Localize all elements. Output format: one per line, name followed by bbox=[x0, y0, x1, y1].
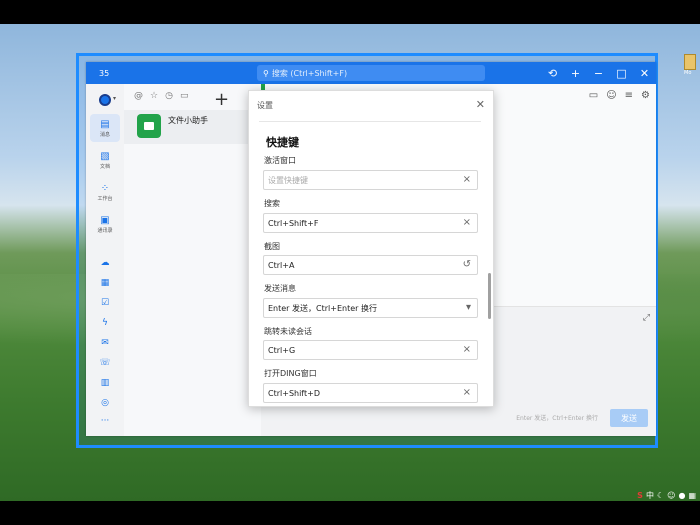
conversation-toolbar: @ ☆ ◷ ▭ bbox=[134, 91, 188, 101]
field-value: Ctrl+Shift+D bbox=[268, 388, 320, 398]
rail-item-workbench[interactable]: ⁘ 工作台 bbox=[90, 178, 120, 206]
moon-icon[interactable]: ☾ bbox=[657, 491, 664, 500]
field-label-screenshot: 截图 bbox=[264, 242, 280, 251]
add-member-icon[interactable]: ☺ bbox=[606, 90, 616, 101]
search-input[interactable]: ⚲ 搜索 (Ctrl+Shift+F) bbox=[257, 65, 485, 81]
rail-item-messages[interactable]: ▤ 消息 bbox=[90, 114, 120, 142]
calendar-icon[interactable]: ▦ bbox=[99, 278, 111, 288]
field-label-activate: 激活窗口 bbox=[264, 156, 296, 165]
phone-icon[interactable]: ☏ bbox=[99, 358, 111, 368]
close-icon[interactable]: ✕ bbox=[476, 98, 485, 111]
mention-icon[interactable]: @ bbox=[134, 91, 143, 101]
gear-icon[interactable]: ⚙ bbox=[641, 90, 650, 101]
chevron-down-icon[interactable]: ▾ bbox=[113, 95, 116, 102]
app-titlebar: 35 ⚲ 搜索 (Ctrl+Shift+F) ⟲ + − □ ✕ bbox=[86, 62, 656, 84]
lightning-icon[interactable]: ϟ bbox=[99, 318, 111, 328]
field-label-unread: 跳转未读会话 bbox=[264, 327, 312, 336]
rail-item-label: 工作台 bbox=[97, 195, 113, 202]
ding-shortcut-field[interactable]: Ctrl+Shift+D × bbox=[263, 383, 478, 403]
field-label-ding: 打开DING窗口 bbox=[264, 369, 317, 378]
emoji-icon[interactable]: ☺ bbox=[667, 491, 675, 500]
ime-logo-icon[interactable]: S bbox=[637, 491, 643, 500]
archive-icon[interactable]: ▭ bbox=[180, 91, 189, 101]
chat-header-icons: ▭ ☺ ≡ ⚙ bbox=[589, 90, 650, 101]
message-icon: ▤ bbox=[100, 118, 110, 130]
more-icon[interactable]: ··· bbox=[99, 416, 111, 426]
unread-shortcut-field[interactable]: Ctrl+G × bbox=[263, 340, 478, 360]
clear-icon[interactable]: × bbox=[463, 344, 471, 355]
maximize-button[interactable]: □ bbox=[610, 67, 633, 80]
conversation-name: 文件小助手 bbox=[168, 116, 208, 125]
dialog-scrollbar[interactable] bbox=[488, 273, 491, 319]
clear-icon[interactable]: × bbox=[463, 387, 471, 398]
chart-icon[interactable]: ▥ bbox=[99, 378, 111, 388]
rail-item-label: 消息 bbox=[99, 131, 110, 138]
search-placeholder: 搜索 (Ctrl+Shift+F) bbox=[271, 68, 348, 78]
section-title: 快捷键 bbox=[266, 136, 299, 149]
rail-item-label: 通讯录 bbox=[97, 227, 113, 234]
field-value: Ctrl+A bbox=[268, 260, 295, 270]
file-icon bbox=[684, 54, 696, 70]
workbench-icon: ⁘ bbox=[100, 182, 110, 194]
screen-bottom-bar bbox=[0, 501, 700, 525]
screenshot-shortcut-field[interactable]: Ctrl+A ↺ bbox=[263, 255, 478, 275]
field-value: Ctrl+G bbox=[268, 345, 296, 355]
field-label-search: 搜索 bbox=[264, 199, 280, 208]
field-placeholder: 设置快捷键 bbox=[268, 175, 308, 185]
contacts-icon: ▣ bbox=[100, 214, 110, 226]
account-id: 35 bbox=[99, 68, 110, 78]
left-nav-rail: ▾ ▤ 消息 ▧ 文档 ⁘ 工作台 ▣ 通讯录 ☁ ▦ ☑ ϟ ✉ ☏ ▥ ◎ … bbox=[86, 84, 124, 436]
expand-icon[interactable]: ⤢ bbox=[643, 313, 650, 323]
new-chat-icon[interactable]: + bbox=[214, 91, 229, 109]
list-item[interactable]: 文件小助手 bbox=[124, 110, 261, 144]
input-hint: Enter 发送，Ctrl+Enter 换行 bbox=[516, 415, 598, 422]
search-shortcut-field[interactable]: Ctrl+Shift+F × bbox=[263, 213, 478, 233]
desktop-file-label: Mo bbox=[684, 70, 692, 76]
app-icon[interactable]: ◎ bbox=[99, 398, 111, 408]
clock-icon[interactable]: ◷ bbox=[165, 91, 173, 101]
titlebar-controls: ⟲ + − □ ✕ bbox=[541, 62, 656, 84]
field-label-send: 发送消息 bbox=[264, 284, 296, 293]
cloud-icon[interactable]: ☁ bbox=[99, 258, 111, 268]
document-icon: ▧ bbox=[100, 150, 110, 162]
mail-icon[interactable]: ✉ bbox=[99, 338, 111, 348]
history-icon[interactable]: ⟲ bbox=[541, 67, 564, 80]
field-value: Enter 发送，Ctrl+Enter 换行 bbox=[268, 303, 377, 313]
dialog-title: 设置 bbox=[257, 101, 273, 110]
todo-icon[interactable]: ☑ bbox=[99, 298, 111, 308]
mic-icon[interactable]: ● bbox=[678, 491, 685, 500]
clear-icon[interactable]: × bbox=[463, 174, 471, 185]
search-history-icon[interactable]: ≡ bbox=[625, 90, 633, 101]
field-value: Ctrl+Shift+F bbox=[268, 218, 319, 228]
star-icon[interactable]: ☆ bbox=[150, 91, 158, 101]
clear-icon[interactable]: × bbox=[463, 217, 471, 228]
settings-dialog: 设置 ✕ 快捷键 激活窗口 设置快捷键 × 搜索 Ctrl+Shift+F × … bbox=[248, 90, 494, 407]
desktop-file-icon[interactable]: Mo bbox=[684, 54, 698, 76]
send-message-select[interactable]: Enter 发送，Ctrl+Enter 换行 ▾ bbox=[263, 298, 478, 318]
avatar[interactable] bbox=[99, 94, 111, 106]
ime-language[interactable]: 中 bbox=[646, 490, 654, 501]
reset-icon[interactable]: ↺ bbox=[463, 259, 471, 270]
chevron-down-icon[interactable]: ▾ bbox=[466, 302, 471, 313]
send-button[interactable]: 发送 bbox=[610, 409, 648, 427]
minimize-button[interactable]: − bbox=[587, 67, 610, 80]
rail-item-label: 文档 bbox=[99, 163, 110, 170]
divider bbox=[259, 121, 481, 122]
folder-open-icon[interactable]: ▭ bbox=[589, 90, 598, 101]
folder-icon bbox=[137, 114, 161, 138]
system-tray: S 中 ☾ ☺ ● ▦ bbox=[600, 488, 700, 502]
activate-window-field[interactable]: 设置快捷键 × bbox=[263, 170, 478, 190]
conversation-list: @ ☆ ◷ ▭ + 文件小助手 bbox=[124, 84, 261, 436]
screen-top-bar bbox=[0, 0, 700, 24]
rail-item-contacts[interactable]: ▣ 通讯录 bbox=[90, 210, 120, 238]
search-icon: ⚲ bbox=[263, 68, 269, 78]
add-icon[interactable]: + bbox=[564, 67, 587, 80]
keyboard-icon[interactable]: ▦ bbox=[688, 491, 696, 500]
rail-item-docs[interactable]: ▧ 文档 bbox=[90, 146, 120, 174]
close-button[interactable]: ✕ bbox=[633, 67, 656, 80]
